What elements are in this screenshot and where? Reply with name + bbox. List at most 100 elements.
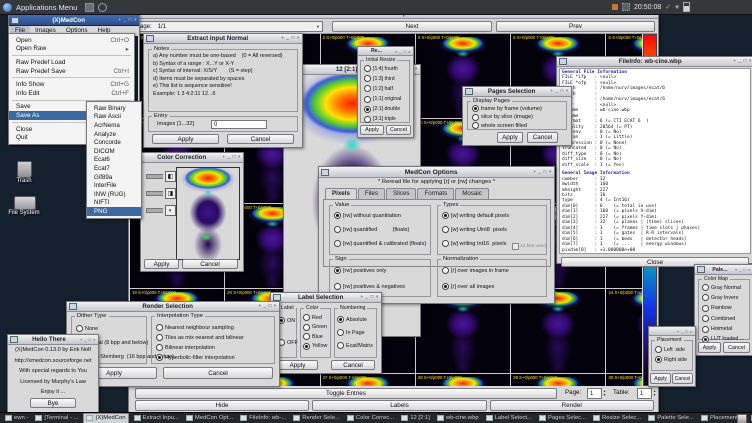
menu-item[interactable]: Info Edit Ctrl+F [9,89,134,98]
page-stepper[interactable]: ▲ ▼ [603,388,606,399]
prev-button[interactable]: Prev [496,21,655,32]
submenu-item[interactable]: InterFile [87,181,141,190]
radio-option[interactable]: Right side [655,356,687,363]
labelsel-titlebar[interactable]: Label Selection + _ □ × [271,293,381,303]
resize-cancel-button[interactable]: Cancel [386,125,411,135]
options-tab[interactable]: Files [358,188,385,199]
radio-option[interactable]: Blue [303,333,327,340]
check-status-icon[interactable]: ✓ [665,3,671,11]
applications-menu-icon[interactable] [3,3,12,12]
window-controls-icon[interactable]: + _ □ × [533,170,552,175]
radio-option[interactable]: [rw] quantified & calibrated (floats) [334,240,426,247]
window-controls-icon[interactable]: + _ □ × [733,59,752,64]
radio-option[interactable]: Bilinear interpolation [156,344,244,351]
placement-titlebar[interactable]: + _ □ × [649,327,695,336]
battery-icon[interactable] [683,2,690,12]
checkbox-icon[interactable] [512,243,519,250]
bye-button[interactable]: Bye [30,398,76,408]
pages-cancel-button[interactable]: Cancel [527,132,558,143]
radio-option[interactable]: Left side [655,346,687,353]
taskbar-item[interactable]: Color Correc... [345,414,396,423]
scan-thumbnail[interactable]: 28 S+0/p000 T+0/p000 [416,374,511,386]
radio-option[interactable]: OFF [278,339,298,346]
radio-option[interactable]: [w] writing default pixels [442,212,509,219]
correction-slider[interactable]: ◐ [146,205,176,216]
radio-option[interactable]: [rw] without quantitation [334,212,426,219]
fileinfo-titlebar[interactable]: FileInfo: wb-cine.wbp + _ □ × [557,57,752,67]
extract-apply-button[interactable]: Apply [152,134,219,144]
options-tab[interactable]: Slices [386,188,417,199]
radio-option[interactable]: ON [278,317,298,324]
extract-titlebar[interactable]: Extract Input Normal + _ □ × [144,34,302,44]
filesystem-icon[interactable] [14,196,36,210]
radio-option[interactable]: Combined [702,315,744,322]
resize-apply-button[interactable]: Apply [360,125,384,135]
radio-option[interactable]: [w] writing Uint8 pixels [442,226,509,233]
correction-slider[interactable]: ◨ [146,188,176,199]
taskbar-item[interactable]: (X)MedCon [83,413,128,423]
table-spinbox[interactable]: 1 [637,388,652,399]
submenu-item[interactable]: INW (RUG) [87,190,141,199]
images-input[interactable]: 0 [211,120,267,129]
submenu-item[interactable]: NIFTI [87,199,141,208]
submenu-item[interactable]: Concorde [87,138,141,147]
options-tab[interactable]: Pixels [325,188,357,199]
options-tab[interactable]: Formats [417,188,454,199]
submenu-item[interactable]: Raw Ascii [87,113,141,122]
applications-menu-label[interactable]: Applications Menu [16,3,77,12]
page-spinbox[interactable]: 1 [587,388,602,399]
menu-item[interactable]: Info Show Ctrl+G [9,80,134,89]
search-icon[interactable] [98,3,107,12]
scan-thumbnail[interactable]: 30 S+0/p000 T+0/p000 [606,374,642,386]
options-tab[interactable]: Mosaic [455,188,489,199]
contrast-icon[interactable]: ◨ [165,188,176,199]
hide-button[interactable]: Hide [135,400,309,411]
correction-slider[interactable]: ◧ [146,171,176,182]
slider-groove[interactable] [146,208,163,213]
spin-down-icon[interactable]: ▼ [653,394,656,397]
correction-titlebar[interactable]: Color Correction + _ □ × [141,153,243,163]
radio-option[interactable]: In Page [337,329,373,336]
scan-thumbnail[interactable]: 27 S+0/p000 T+0/p000 [321,374,416,386]
window-controls-icon[interactable]: + _ □ × [118,18,137,23]
menu-item[interactable]: Open Raw ▸ [9,45,134,54]
desktop-icon-trash[interactable]: Trash [6,178,42,184]
hello-titlebar[interactable]: Hello There + _ □ × [8,335,98,345]
radio-option[interactable]: Gray Invers [702,294,744,301]
radio-option[interactable]: [r] over all images [442,283,509,290]
options-titlebar[interactable]: MedCon Options + _ □ × [319,167,554,178]
window-controls-icon[interactable]: + _ □ × [258,304,277,309]
desktop-icon-filesystem[interactable]: File System [2,210,46,216]
radio-option[interactable]: Absolute [337,316,373,323]
radio-option[interactable]: [rw] quantified (floats) [334,226,426,233]
radio-option[interactable]: [1:3] third [364,75,401,82]
window-controls-icon[interactable]: + _ □ × [281,36,300,41]
labelsel-cancel-button[interactable]: Cancel [331,360,375,370]
submenu-item[interactable]: Analyze [87,130,141,139]
contrast-icon[interactable]: ◧ [165,171,176,182]
radio-option[interactable]: frame by frame (volume) [472,105,542,112]
toggle-entries-button[interactable]: Toggle Entries [135,388,557,399]
submenu-item[interactable]: DICOM [87,147,141,156]
radio-option[interactable]: [1:1] original [364,96,401,103]
taskbar-item[interactable]: [Terminal - ... [33,414,80,423]
fileinfo-content[interactable]: General File Information FILE *ifp : <nu… [559,68,751,254]
taskbar-item[interactable]: Resize Selec... [591,414,643,423]
pages-apply-button[interactable]: Apply [497,132,523,143]
submenu-item[interactable]: Ecat6 [87,156,141,165]
radio-option[interactable]: Hyperbolic-filter interpolation [156,354,244,361]
bits-checkbox-row[interactable]: 12 bits used [512,243,546,250]
slider-groove[interactable] [146,174,163,179]
radio-option[interactable]: [3:1] triple [364,116,401,123]
contrast-icon[interactable]: ◐ [165,205,176,216]
window-controls-icon[interactable]: + _ □ × [395,49,411,54]
render-button[interactable]: Render [490,400,654,411]
radio-option[interactable]: slice by slice (image) [472,114,542,121]
taskbar-item[interactable]: wb-cine.wbp [435,414,481,423]
radio-option[interactable]: [rw] positives only [334,267,405,274]
menu-item[interactable] [12,77,131,78]
clock[interactable]: 20:50:08 [634,4,661,11]
taskbar-item[interactable]: 12 [2:1] [399,414,432,423]
submenu-item[interactable]: AcrNema [87,121,141,130]
window-controls-icon[interactable]: + _ □ × [360,295,379,300]
